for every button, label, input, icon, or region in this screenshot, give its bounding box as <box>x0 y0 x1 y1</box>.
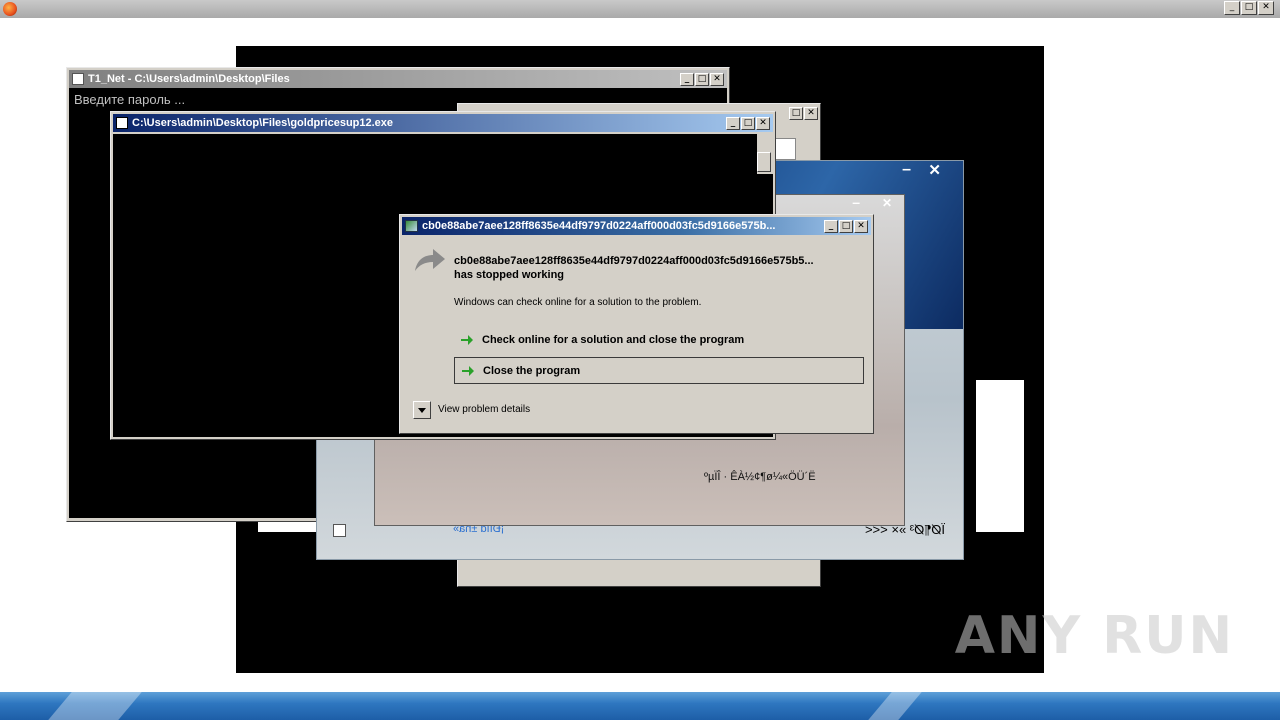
photo-minimize-button[interactable]: – <box>852 194 860 210</box>
dialog-close-button[interactable]: ✕ <box>854 219 868 233</box>
photo-close-button[interactable]: ✕ <box>882 196 892 210</box>
dialog-icon <box>405 220 418 232</box>
close-program-label: Close the program <box>483 364 581 377</box>
background-window-field[interactable] <box>774 138 796 160</box>
exe-title: C:\Users\admin\Desktop\Files\goldpricesu… <box>132 117 394 129</box>
check-online-option[interactable]: Check online for a solution and close th… <box>454 327 864 353</box>
error-dialog-title-bar[interactable]: cb0e88abe7aee128ff8635e44df9797d0224aff0… <box>402 217 871 235</box>
green-arrow-icon <box>461 335 473 345</box>
error-dialog-body: cb0e88abe7aee128ff8635e44df9797d0224aff0… <box>402 235 871 431</box>
outer-close-button[interactable]: ✕ <box>1258 1 1274 15</box>
error-dialog[interactable]: cb0e88abe7aee128ff8635e44df9797d0224aff0… <box>399 214 874 434</box>
console-close-button[interactable]: ✕ <box>710 72 724 86</box>
taskbar-streak <box>868 692 922 720</box>
option-checkbox[interactable] <box>333 524 346 537</box>
background-maximize-button[interactable]: □ <box>789 107 803 120</box>
exe-maximize-button[interactable]: □ <box>741 116 755 130</box>
background-window-controls: □ ✕ <box>789 107 818 120</box>
background-close-button[interactable]: ✕ <box>804 107 818 120</box>
outer-title-bar: _ □ ✕ <box>0 0 1280 18</box>
outer-window-controls: _ □ ✕ <box>1224 1 1274 15</box>
taskbar-streak <box>48 692 142 720</box>
error-dialog-title: cb0e88abe7aee128ff8635e44df9797d0224aff0… <box>422 220 776 232</box>
blue-minimize-button[interactable]: – <box>902 161 911 179</box>
console-title: T1_Net - C:\Users\admin\Desktop\Files <box>88 73 290 85</box>
outer-minimize-button[interactable]: _ <box>1224 1 1240 15</box>
photo-garbled-label: ºµÏÎ · ÊÀ½¢¶ø¼«ÖÜ´Ë <box>704 471 816 483</box>
chevron-down-icon <box>418 408 426 413</box>
outer-maximize-button[interactable]: □ <box>1241 1 1257 15</box>
green-arrow-icon <box>462 365 474 376</box>
view-details-label[interactable]: View problem details <box>438 404 530 415</box>
error-heading-line1: cb0e88abe7aee128ff8635e44df9797d0224aff0… <box>454 255 814 267</box>
app-icon <box>3 2 17 16</box>
console-minimize-button[interactable]: _ <box>680 72 694 86</box>
details-toggle-button[interactable] <box>413 401 431 419</box>
error-message: Windows can check online for a solution … <box>454 297 702 308</box>
exe-title-bar[interactable]: C:\Users\admin\Desktop\Files\goldpricesu… <box>113 114 773 132</box>
exe-scroll-thumb[interactable] <box>757 152 771 172</box>
console-icon <box>72 73 84 85</box>
white-patch <box>976 380 1024 532</box>
program-arrow-icon <box>415 249 445 271</box>
close-program-option[interactable]: Close the program <box>454 357 864 384</box>
blue-close-button[interactable]: ✕ <box>928 161 941 179</box>
console-maximize-button[interactable]: □ <box>695 72 709 86</box>
dialog-minimize-button[interactable]: _ <box>824 219 838 233</box>
console-title-bar[interactable]: T1_Net - C:\Users\admin\Desktop\Files _ … <box>69 70 727 88</box>
dialog-maximize-button[interactable]: □ <box>839 219 853 233</box>
exe-minimize-button[interactable]: _ <box>726 116 740 130</box>
taskbar[interactable] <box>0 692 1280 720</box>
exe-icon <box>116 117 128 129</box>
exe-close-button[interactable]: ✕ <box>756 116 770 130</box>
check-online-label: Check online for a solution and close th… <box>482 334 745 346</box>
exe-scrollbar[interactable] <box>757 134 773 174</box>
error-heading-line2: has stopped working <box>454 269 565 281</box>
anyrun-watermark: ANY RUN <box>954 606 1234 666</box>
